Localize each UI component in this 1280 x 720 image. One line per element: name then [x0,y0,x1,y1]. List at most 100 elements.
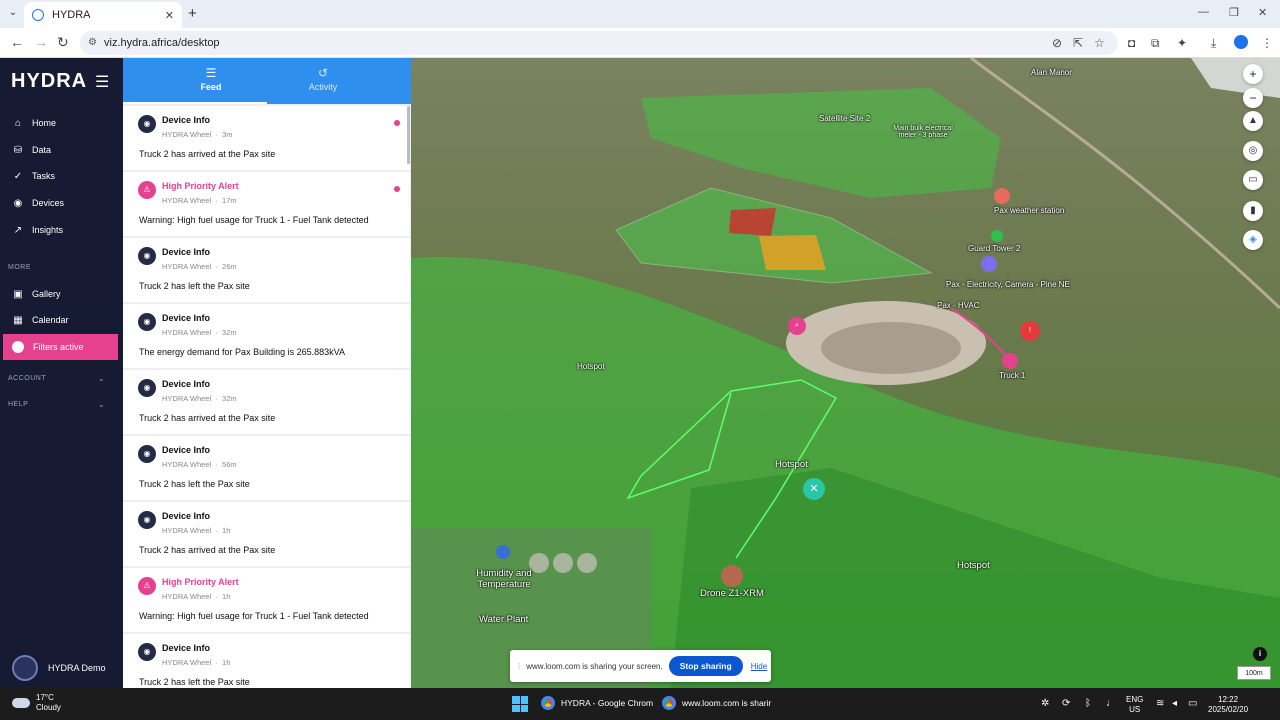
stop-sharing-button[interactable]: Stop sharing [668,656,743,676]
hide-link[interactable]: Hide [751,662,767,671]
feed-card[interactable]: ◉ Device Info HYDRA Wheel · 56m Truck 2 has… [123,436,410,500]
feed-card[interactable]: ⚠ High Priority Alert HYDRA Wheel · 1h Warn… [123,568,410,632]
location-pin-icon[interactable] [991,230,1003,242]
sidebar-item-calendar[interactable]: ▦ Calendar [12,310,68,330]
feed-header: ☰ Feed ↺ Activity [123,58,411,104]
back-icon[interactable]: ← [10,34,24,50]
drone-location-dot[interactable] [721,565,743,587]
feed-card[interactable]: ◉ Device Info HYDRA Wheel · 32m Truck 2 has… [123,370,410,434]
map-label-alan-manor: Alan Manor [1031,68,1072,77]
feed-card[interactable]: ◉ Device Info HYDRA Wheel · 1h Truck 2 has … [123,502,410,566]
sidebar-item-devices[interactable]: ◉ Devices [12,193,64,213]
info-icon[interactable]: i [1253,647,1267,661]
sidebar-item-tasks[interactable]: ✓ Tasks [12,166,55,186]
open-external-icon[interactable]: ⇱ [1073,36,1083,50]
profile-avatar[interactable] [1234,35,1248,49]
alert-marker-icon[interactable]: ! [1020,321,1040,341]
bluetooth-icon[interactable]: ᛒ [1085,698,1091,709]
sidebar-item-home[interactable]: ⌂ Home [12,113,56,133]
drone-marker-icon[interactable]: ✕ [803,478,825,500]
tab-activity[interactable]: ↺ Activity [283,66,363,92]
sidebar-item-gallery[interactable]: ▣ Gallery [12,284,60,304]
compass-icon[interactable]: ▲ [1243,111,1263,131]
zoom-out-icon[interactable]: − [1243,88,1263,108]
sync-icon[interactable]: ⟳ [1062,698,1070,709]
weather-marker-icon[interactable] [994,188,1010,204]
sidebar-item-label: Devices [32,198,65,208]
settings-gear-icon[interactable]: ✲ [1041,698,1049,709]
map-label-satellite-site: Satellite Site 2 [819,114,871,123]
tab-activity-label: Activity [308,82,338,92]
weather-widget[interactable]: 17°C Cloudy [12,693,61,713]
new-tab-icon[interactable]: + [188,5,197,22]
tasks-icon: ✓ [13,170,23,182]
feed-card-title: Device Info [162,115,211,125]
close-window-icon[interactable]: ✕ [1258,6,1267,19]
sidebar-item-insights[interactable]: ↗ Insights [12,220,63,240]
device-signal-icon: ◉ [138,379,156,397]
feed-card[interactable]: ◉ Device Info HYDRA Wheel · 3m Truck 2 has … [123,106,410,170]
feed-card[interactable]: ◉ Device Info HYDRA Wheel · 26m Truck 2 has… [123,238,410,302]
insights-icon: ↗ [13,224,23,236]
wifi-icon[interactable]: ≋ [1156,698,1164,709]
forward-icon[interactable]: → [34,34,48,50]
filters-active-button[interactable]: Filters active [3,334,118,360]
reload-icon[interactable]: ↻ [57,34,69,51]
map-label-weather-station: Pax weather station [994,206,1065,215]
sidebar-item-data[interactable]: ⛁ Data [12,140,51,160]
feed-card-message: Truck 2 has left the Pax site [139,281,250,291]
menu-toggle-icon[interactable]: ☰ [95,72,109,92]
microphone-icon[interactable]: ♩ [1106,698,1116,709]
device-signal-icon: ◉ [138,511,156,529]
clock-date: 2025/02/20 [1208,705,1249,714]
drag-handle-icon[interactable]: ⁞ [518,662,520,671]
tab-search-icon[interactable]: ⌄ [6,6,20,20]
ruler-icon[interactable]: ▭ [1243,170,1263,190]
feed-card-source: HYDRA Wheel [162,196,212,205]
browser-tab[interactable]: HYDRA ✕ [24,2,182,28]
volume-icon[interactable]: ◂ [1172,698,1177,709]
bookmark-star-icon[interactable]: ☆ [1094,36,1105,50]
screenshot-icon[interactable]: ◘ [1128,36,1135,50]
account-section-toggle[interactable]: ACCOUNT ⌄ [8,374,118,383]
address-bar[interactable]: ⚙ viz.hydra.africa/desktop [80,31,1118,55]
feed-card[interactable]: ◉ Device Info HYDRA Wheel · 32m The energy … [123,304,410,368]
windows-start-icon[interactable] [512,696,528,712]
clock[interactable]: 12:22 2025/02/20 [1208,695,1248,715]
browser-tab-title: HYDRA [52,9,91,21]
lock-icon[interactable]: ▮ [1243,201,1263,221]
language-indicator[interactable]: ENG US [1126,695,1143,715]
browser-menu-icon[interactable]: ⋮ [1261,36,1273,50]
device-cluster-icon[interactable] [981,256,997,272]
device-signal-icon: ◉ [138,115,156,133]
site-info-icon[interactable]: ⚙ [88,37,97,48]
active-tab-indicator [123,102,267,104]
taskbar-app-chrome-hydra[interactable]: HYDRA - Google Chrom [541,696,653,710]
download-icon[interactable]: ⤓ [1211,36,1216,51]
taskbar-app-chrome-loom[interactable]: www.loom.com is sharir [662,696,771,710]
satellite-map[interactable]: Alan Manor Satellite Site 2 Main bulk el… [411,58,1280,688]
extensions-icon[interactable]: ✦ [1177,36,1187,50]
crop-icon[interactable]: ⧉ [1151,36,1160,51]
chrome-icon [662,696,676,710]
eye-off-icon[interactable]: ⊘ [1052,36,1062,50]
locate-icon[interactable]: ◎ [1243,141,1263,161]
truck-marker-icon[interactable] [1002,353,1018,369]
search-marker-icon[interactable]: ⌕ [788,317,806,335]
user-profile[interactable]: HYDRA Demo [12,655,106,681]
sensor-marker-icon[interactable] [496,545,510,559]
feed-card[interactable]: ◉ Device Info HYDRA Wheel · 1h Truck 2 has … [123,634,410,688]
map-label-truck: Truck 1 [999,371,1026,380]
help-section-toggle[interactable]: HELP ⌄ [8,400,118,409]
minimize-icon[interactable]: — [1198,6,1209,18]
tab-feed[interactable]: ☰ Feed [171,66,251,92]
zoom-in-icon[interactable]: + [1243,64,1263,84]
feed-card-meta: HYDRA Wheel · 32m [162,394,237,403]
feed-card[interactable]: ⚠ High Priority Alert HYDRA Wheel · 17m War… [123,172,410,236]
restore-icon[interactable]: ❐ [1229,6,1239,19]
feed-scrollbar[interactable] [407,106,410,164]
close-tab-icon[interactable]: ✕ [165,9,174,22]
battery-icon[interactable]: ▭ [1188,698,1197,709]
layers-icon[interactable]: ◈ [1243,230,1263,250]
sidebar-item-label: Tasks [32,171,56,181]
